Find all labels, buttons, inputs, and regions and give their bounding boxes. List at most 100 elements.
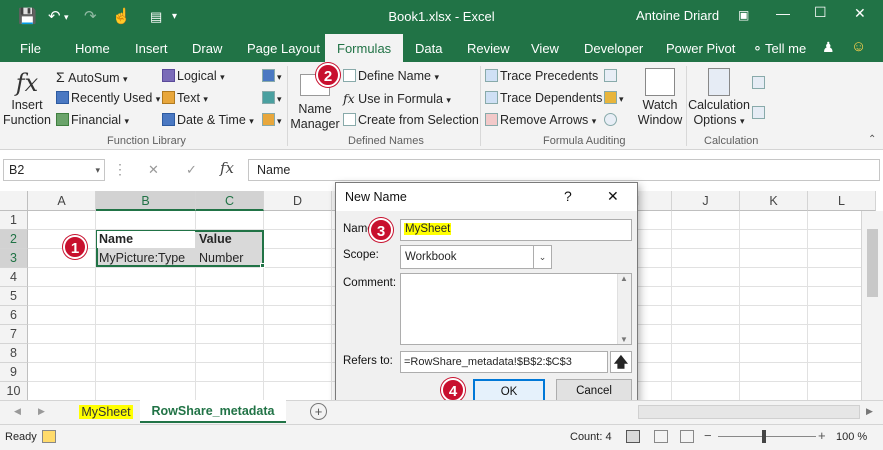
row-header-7[interactable]: 7 — [0, 325, 28, 344]
row-header-10[interactable]: 10 — [0, 382, 28, 401]
lookup-button[interactable]: ▾ — [262, 69, 282, 83]
error-checking-button[interactable]: ▾ — [604, 91, 624, 105]
sheet-tab-mysheet[interactable]: MySheet — [73, 401, 139, 423]
logical-button[interactable]: Logical ▾ — [162, 69, 225, 83]
chevron-down-icon[interactable]: ⌄ — [533, 246, 551, 268]
row-header-9[interactable]: 9 — [0, 363, 28, 382]
close-icon[interactable]: ✕ — [854, 5, 866, 22]
column-header-d[interactable]: D — [264, 191, 332, 211]
row-header-4[interactable]: 4 — [0, 268, 28, 287]
horizontal-scrollbar[interactable] — [638, 405, 860, 419]
refers-to-input[interactable]: =RowShare_metadata!$B$2:$C$3 — [400, 351, 608, 373]
evaluate-formula-button[interactable] — [604, 113, 619, 127]
sheet-tab-rowshare-metadata[interactable]: RowShare_metadata — [140, 400, 286, 423]
macro-record-icon[interactable] — [42, 430, 56, 443]
tab-data[interactable]: Data — [415, 41, 442, 56]
trace-precedents-button[interactable]: Trace Precedents — [485, 69, 598, 83]
name-input[interactable]: MySheet — [400, 219, 632, 241]
tab-draw[interactable]: Draw — [192, 41, 222, 56]
calculation-options-button[interactable]: Calculation Options ▾ — [688, 68, 750, 129]
page-layout-view-icon[interactable] — [654, 430, 668, 443]
zoom-level[interactable]: 100 % — [836, 431, 867, 443]
tab-file[interactable]: File — [20, 41, 41, 56]
more-functions-button[interactable]: ▾ — [262, 113, 282, 127]
tab-insert[interactable]: Insert — [135, 41, 168, 56]
fill-handle[interactable] — [260, 263, 265, 268]
watch-window-button[interactable]: Watch Window — [636, 68, 684, 128]
scroll-thumb[interactable] — [867, 229, 878, 297]
cell-c2[interactable]: Value — [196, 230, 232, 249]
comment-scrollbar[interactable]: ▲ ▼ — [617, 274, 631, 344]
scroll-left-icon[interactable]: ◀ — [14, 406, 21, 417]
help-button[interactable]: ? — [564, 188, 572, 204]
row-header-3[interactable]: 3 — [0, 249, 28, 268]
math-trig-button[interactable]: ▾ — [262, 91, 282, 105]
tab-developer[interactable]: Developer — [584, 41, 643, 56]
cell-c3[interactable]: Number — [196, 249, 243, 268]
calculate-sheet-button[interactable] — [752, 106, 767, 120]
financial-button[interactable]: Financial ▾ — [56, 113, 129, 127]
scroll-up-icon[interactable]: ▲ — [620, 274, 628, 283]
zoom-in-icon[interactable]: + — [818, 428, 826, 443]
scroll-right-icon[interactable]: ▶ — [38, 406, 45, 417]
row-header-5[interactable]: 5 — [0, 287, 28, 306]
use-in-formula-button[interactable]: fx Use in Formula ▾ — [343, 91, 451, 106]
select-all-corner[interactable] — [0, 191, 28, 211]
collapse-ribbon-icon[interactable]: ⌃ — [868, 134, 876, 145]
minimize-icon[interactable]: — — [776, 5, 790, 21]
recently-used-button[interactable]: Recently Used ▾ — [56, 91, 160, 105]
text-button[interactable]: Text ▾ — [162, 91, 208, 105]
ribbon-display-icon[interactable]: ▣ — [738, 8, 749, 22]
tell-me[interactable]: Tell me — [765, 41, 806, 56]
calculate-now-button[interactable] — [752, 76, 767, 90]
add-sheet-icon[interactable]: + — [310, 403, 327, 420]
formula-input[interactable]: Name — [248, 159, 880, 181]
zoom-slider-thumb[interactable] — [762, 430, 766, 443]
insert-function-button[interactable]: fx Insert Function — [3, 68, 51, 128]
show-formulas-button[interactable] — [604, 69, 619, 83]
row-header-1[interactable]: 1 — [0, 211, 28, 230]
column-header-b[interactable]: B — [96, 191, 196, 211]
insert-function-icon[interactable]: fx — [220, 159, 234, 177]
share-icon[interactable]: ♟ — [822, 39, 835, 56]
name-box-dropdown-icon[interactable]: ▾ — [95, 165, 100, 176]
column-header-a[interactable]: A — [28, 191, 96, 211]
user-name[interactable]: Antoine Driard — [636, 8, 719, 23]
cancel-entry-icon[interactable]: ✕ — [148, 162, 159, 178]
zoom-out-icon[interactable]: − — [704, 428, 712, 443]
row-header-8[interactable]: 8 — [0, 344, 28, 363]
date-time-button[interactable]: Date & Time ▾ — [162, 113, 254, 127]
enter-entry-icon[interactable]: ✓ — [186, 162, 197, 178]
cell-b2[interactable]: Name — [96, 230, 133, 249]
trace-dependents-button[interactable]: Trace Dependents — [485, 91, 602, 105]
hscroll-right-icon[interactable]: ▶ — [866, 406, 873, 417]
row-header-2[interactable]: 2 — [0, 230, 28, 249]
vertical-scrollbar[interactable] — [861, 211, 883, 400]
scroll-down-icon[interactable]: ▼ — [620, 335, 628, 344]
name-box[interactable]: B2 ▾ — [3, 159, 105, 181]
cell-b3[interactable]: MyPicture:Type — [96, 249, 185, 268]
zoom-slider[interactable] — [718, 436, 816, 437]
tab-page-layout[interactable]: Page Layout — [247, 41, 320, 56]
scope-select[interactable]: Workbook ⌄ — [400, 245, 552, 269]
remove-arrows-button[interactable]: Remove Arrows ▾ — [485, 113, 596, 127]
define-name-button[interactable]: Define Name ▾ — [343, 69, 439, 83]
smiley-icon[interactable]: ☺ — [851, 38, 866, 55]
tab-review[interactable]: Review — [467, 41, 510, 56]
column-header-j[interactable]: J — [672, 191, 740, 211]
tab-home[interactable]: Home — [75, 41, 110, 56]
tab-power-pivot[interactable]: Power Pivot — [666, 41, 735, 56]
autosum-button[interactable]: Σ AutoSum ▾ — [56, 69, 128, 85]
page-break-view-icon[interactable] — [680, 430, 694, 443]
column-header-l[interactable]: L — [808, 191, 876, 211]
comment-textarea[interactable]: ▲ ▼ — [400, 273, 632, 345]
maximize-icon[interactable]: ☐ — [814, 4, 827, 21]
column-header-c[interactable]: C — [196, 191, 264, 211]
dialog-close-button[interactable]: ✕ — [607, 188, 619, 205]
normal-view-icon[interactable] — [626, 430, 640, 443]
collapse-dialog-icon[interactable]: 🡅 — [610, 351, 632, 373]
create-from-selection-button[interactable]: Create from Selection — [343, 113, 479, 127]
row-header-6[interactable]: 6 — [0, 306, 28, 325]
tab-view[interactable]: View — [531, 41, 559, 56]
tab-formulas[interactable]: Formulas — [325, 34, 404, 62]
